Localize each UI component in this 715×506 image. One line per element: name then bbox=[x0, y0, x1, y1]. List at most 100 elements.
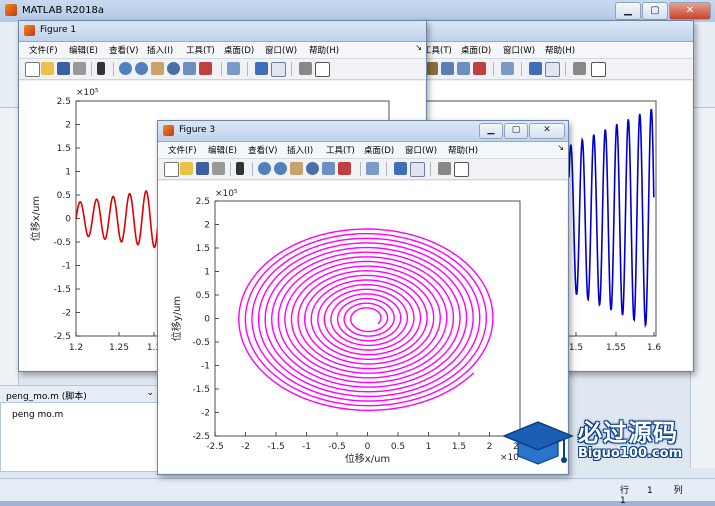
show-plot-tools-icon[interactable] bbox=[591, 62, 606, 77]
brush-icon[interactable] bbox=[199, 62, 212, 75]
figure-1-title-bar: Figure 1 bbox=[19, 21, 426, 42]
save-icon[interactable] bbox=[57, 62, 70, 75]
rotate-icon[interactable] bbox=[306, 162, 319, 175]
data-cursor-icon[interactable] bbox=[322, 162, 335, 175]
print-icon[interactable] bbox=[73, 62, 86, 75]
save-icon[interactable] bbox=[196, 162, 209, 175]
y-tick-label: 1.5 bbox=[196, 244, 210, 254]
app-title: MATLAB R2018a bbox=[22, 5, 105, 16]
menu-help[interactable]: 帮助(H) bbox=[448, 144, 478, 156]
colorbar-icon[interactable] bbox=[529, 62, 542, 75]
y-tick-label: -1 bbox=[201, 362, 210, 372]
figure-2-menubar: 工具(T) 桌面(D) 窗口(W) 帮助(H) bbox=[421, 42, 693, 59]
y-tick-label: 2 bbox=[204, 221, 210, 231]
data-cursor-icon[interactable] bbox=[183, 62, 196, 75]
print-icon[interactable] bbox=[212, 162, 225, 175]
menu-more-icon[interactable]: ↘ bbox=[415, 43, 422, 52]
menu-more-icon[interactable]: ↘ bbox=[557, 143, 564, 152]
close-button[interactable]: ✕ bbox=[669, 2, 711, 20]
zoom-in-icon[interactable] bbox=[258, 162, 271, 175]
menu-window[interactable]: 窗口(W) bbox=[265, 44, 297, 56]
menu-view[interactable]: 查看(V) bbox=[248, 144, 277, 156]
menu-insert[interactable]: 插入(I) bbox=[287, 144, 313, 156]
y-tick-label: -1.5 bbox=[192, 385, 210, 395]
colorbar-icon[interactable] bbox=[394, 162, 407, 175]
link-plot-icon[interactable] bbox=[501, 62, 514, 75]
menu-desktop[interactable]: 桌面(D) bbox=[461, 44, 491, 56]
brush-icon[interactable] bbox=[473, 62, 486, 75]
link-plot-icon[interactable] bbox=[227, 62, 240, 75]
y-tick-label: -1 bbox=[62, 262, 71, 272]
pointer-icon[interactable] bbox=[97, 62, 105, 75]
zoom-in-icon[interactable] bbox=[119, 62, 132, 75]
script-file-name: peng mo.m bbox=[12, 410, 64, 420]
row-label: 行 bbox=[620, 486, 630, 496]
x-tick-label: 2 bbox=[487, 442, 493, 452]
minimize-button[interactable]: ▁ bbox=[615, 2, 641, 20]
menu-file[interactable]: 文件(F) bbox=[29, 44, 58, 56]
menu-edit[interactable]: 编辑(E) bbox=[69, 44, 98, 56]
rotate-icon[interactable] bbox=[167, 62, 180, 75]
x-tick-label: 1.5 bbox=[452, 442, 466, 452]
chevron-down-icon[interactable]: ⌄ bbox=[146, 388, 154, 398]
legend-icon[interactable] bbox=[271, 62, 286, 77]
pan-icon[interactable] bbox=[151, 62, 164, 75]
menu-view[interactable]: 查看(V) bbox=[109, 44, 138, 56]
hide-plot-tools-icon[interactable] bbox=[299, 62, 312, 75]
colorbar-icon[interactable] bbox=[255, 62, 268, 75]
menu-tools[interactable]: 工具(T) bbox=[326, 144, 355, 156]
show-plot-tools-icon[interactable] bbox=[315, 62, 330, 77]
x-tick-label: 1.55 bbox=[606, 343, 626, 353]
x-tick-label: 1 bbox=[426, 442, 432, 452]
y-tick-label: 0 bbox=[65, 215, 71, 225]
col-value: 1 bbox=[620, 496, 626, 506]
x-tick-label: -0.5 bbox=[328, 442, 346, 452]
menu-desktop[interactable]: 桌面(D) bbox=[224, 44, 254, 56]
show-plot-tools-icon[interactable] bbox=[454, 162, 469, 177]
figure-2-title-bar bbox=[421, 21, 693, 42]
x-tick-label: -1.5 bbox=[267, 442, 285, 452]
open-file-icon[interactable] bbox=[41, 62, 54, 75]
y-tick-label: 2.5 bbox=[196, 197, 210, 207]
zoom-out-icon[interactable] bbox=[274, 162, 287, 175]
open-file-icon[interactable] bbox=[180, 162, 193, 175]
menu-window[interactable]: 窗口(W) bbox=[405, 144, 437, 156]
y-tick-label: -1.5 bbox=[53, 285, 71, 295]
link-plot-icon[interactable] bbox=[366, 162, 379, 175]
legend-icon[interactable] bbox=[410, 162, 425, 177]
menu-help[interactable]: 帮助(H) bbox=[309, 44, 339, 56]
status-bar bbox=[0, 478, 715, 501]
brush-icon[interactable] bbox=[338, 162, 351, 175]
menu-window[interactable]: 窗口(W) bbox=[503, 44, 535, 56]
pointer-icon[interactable] bbox=[236, 162, 244, 175]
figure-3-menubar: 文件(F) 编辑(E) 查看(V) 插入(I) 工具(T) 桌面(D) 窗口(W… bbox=[158, 142, 568, 159]
hide-plot-tools-icon[interactable] bbox=[573, 62, 586, 75]
zoom-out-icon[interactable] bbox=[135, 62, 148, 75]
legend-icon[interactable] bbox=[545, 62, 560, 77]
menu-file[interactable]: 文件(F) bbox=[168, 144, 197, 156]
rotate-icon[interactable] bbox=[441, 62, 454, 75]
figure-2-toolbar bbox=[421, 59, 693, 80]
maximize-button[interactable]: ▢ bbox=[504, 123, 528, 139]
pan-icon[interactable] bbox=[290, 162, 303, 175]
y-tick-label: -0.5 bbox=[53, 238, 71, 248]
menu-help[interactable]: 帮助(H) bbox=[545, 44, 575, 56]
script-tab[interactable]: peng_mo.m (脚本) ⌄ bbox=[0, 386, 158, 403]
new-file-icon[interactable] bbox=[25, 62, 40, 77]
new-file-icon[interactable] bbox=[164, 162, 179, 177]
y-tick-label: 2 bbox=[65, 121, 71, 131]
menu-desktop[interactable]: 桌面(D) bbox=[364, 144, 394, 156]
menu-tools[interactable]: 工具(T) bbox=[186, 44, 215, 56]
menu-insert[interactable]: 插入(I) bbox=[147, 44, 173, 56]
y-tick-label: 2.5 bbox=[57, 97, 71, 107]
y-tick-label: 1 bbox=[204, 268, 210, 278]
y-tick-label: -2.5 bbox=[53, 332, 71, 342]
maximize-button[interactable]: ▢ bbox=[642, 2, 668, 20]
menu-tools[interactable]: 工具(T) bbox=[423, 44, 452, 56]
hide-plot-tools-icon[interactable] bbox=[438, 162, 451, 175]
minimize-button[interactable]: ▁ bbox=[479, 123, 503, 139]
close-button[interactable]: ✕ bbox=[529, 123, 565, 139]
data-cursor-icon[interactable] bbox=[457, 62, 470, 75]
x-tick-label: 1.25 bbox=[109, 343, 129, 353]
menu-edit[interactable]: 编辑(E) bbox=[208, 144, 237, 156]
